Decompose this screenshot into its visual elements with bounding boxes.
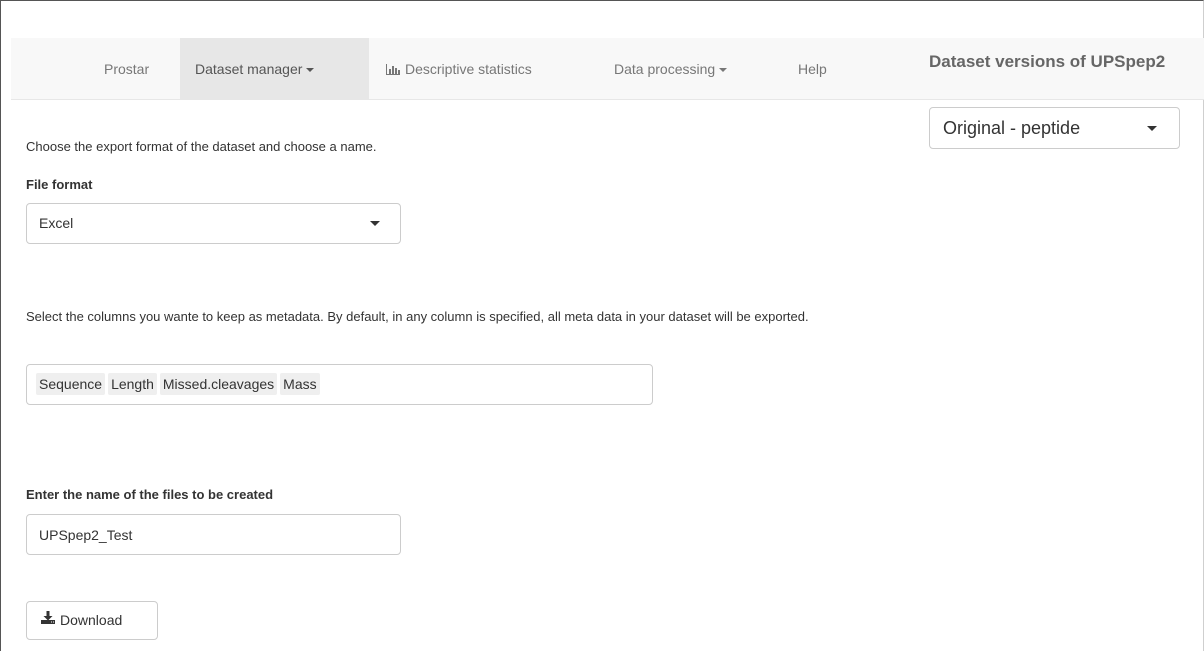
dataset-versions-title: Dataset versions of UPSpep2 [929, 52, 1166, 71]
download-label: Download [60, 612, 123, 628]
file-format-value: Excel [39, 215, 74, 231]
nav-item-descriptive-statistics[interactable]: Descriptive statistics [371, 38, 547, 100]
nav-item-label: Help [798, 61, 827, 77]
column-tag[interactable]: Mass [280, 373, 320, 395]
column-tag[interactable]: Sequence [36, 373, 106, 395]
dataset-version-select[interactable]: Original - peptide [929, 107, 1180, 149]
export-intro-text: Choose the export format of the dataset … [26, 139, 377, 154]
nav-item-label: Descriptive statistics [405, 61, 532, 77]
download-icon [41, 601, 55, 638]
columns-help-text: Select the columns you wante to keep as … [26, 309, 809, 324]
column-tag[interactable]: Length [108, 373, 157, 395]
dataset-version-value: Original - peptide [943, 118, 1081, 138]
nav-item-data-processing[interactable]: Data processing [599, 38, 742, 100]
chevron-down-icon [1147, 126, 1157, 131]
chevron-down-icon [306, 68, 315, 73]
chevron-down-icon [719, 68, 728, 73]
bar-chart-icon [386, 39, 400, 101]
filename-label: Enter the name of the files to be create… [26, 487, 274, 502]
file-format-select[interactable]: Excel [26, 203, 401, 244]
nav-item-label: Dataset manager [195, 61, 303, 77]
column-tag[interactable]: Missed.cleavages [159, 373, 278, 395]
nav-item-dataset-manager[interactable]: Dataset manager [180, 38, 369, 100]
nav-item-help[interactable]: Help [783, 38, 842, 100]
nav-item-label: Data processing [614, 61, 716, 77]
file-format-label: File format [26, 177, 93, 192]
download-button[interactable]: Download [26, 601, 158, 640]
nav-item-prostar[interactable]: Prostar [89, 38, 164, 100]
metadata-columns-multiselect[interactable]: Sequence Length Missed.cleavages Mass [26, 364, 653, 405]
chevron-down-icon [370, 221, 380, 226]
filename-input[interactable] [26, 514, 401, 555]
nav-item-label: Prostar [104, 61, 150, 77]
